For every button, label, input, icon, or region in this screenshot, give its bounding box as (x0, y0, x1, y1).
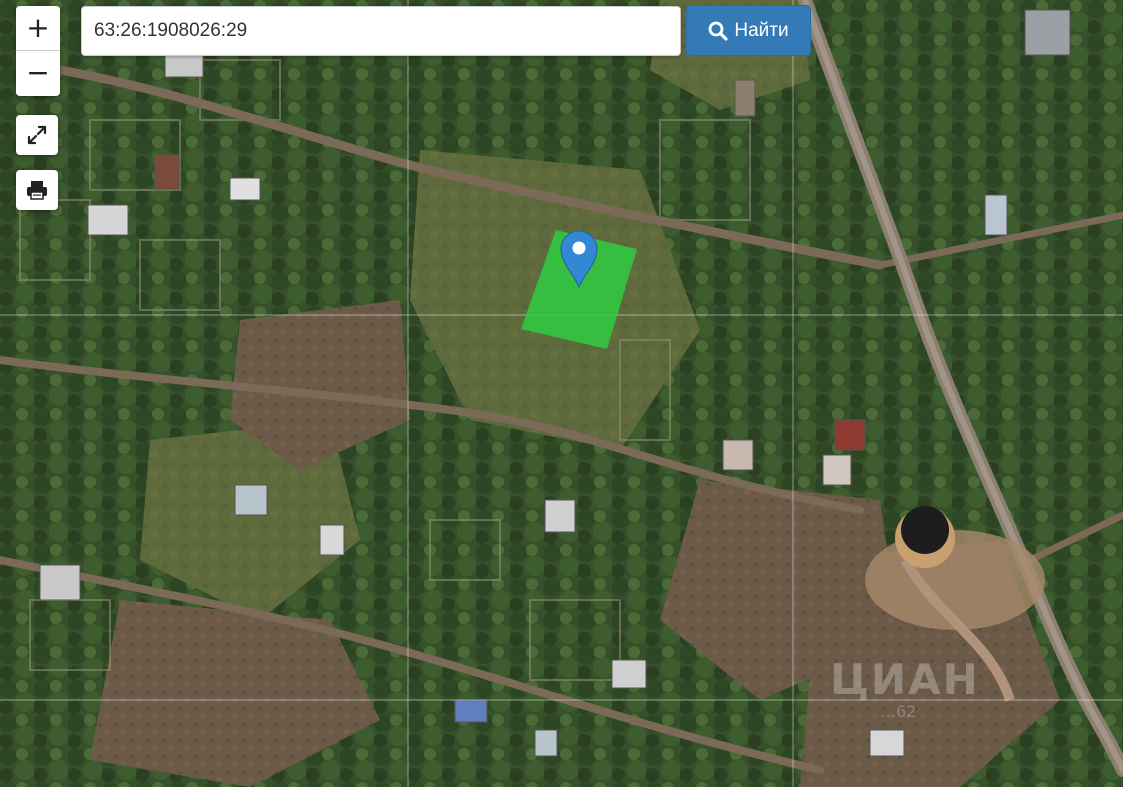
search-box (81, 6, 681, 56)
printer-icon (27, 181, 47, 200)
print-button[interactable] (16, 170, 58, 210)
search-button[interactable]: Найти (686, 5, 811, 56)
fullscreen-button[interactable] (16, 115, 58, 155)
zoom-in-button[interactable]: + (16, 6, 60, 51)
cadastral-search-input[interactable] (82, 7, 680, 55)
zoom-control: + − (16, 6, 60, 96)
zoom-out-button[interactable]: − (16, 51, 60, 95)
satellite-map[interactable] (0, 0, 1123, 787)
expand-icon (27, 125, 47, 145)
search-icon (708, 21, 728, 41)
search-button-label: Найти (734, 19, 789, 41)
